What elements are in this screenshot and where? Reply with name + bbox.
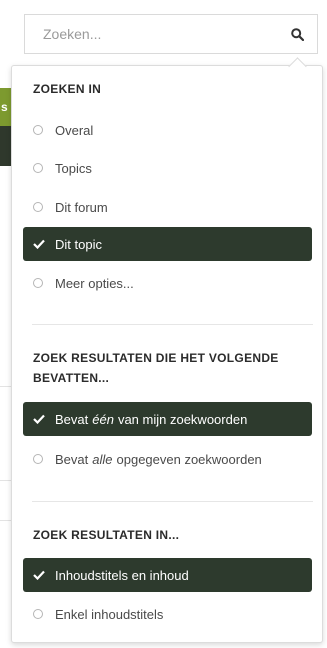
option-topics[interactable]: Topics [23, 151, 312, 185]
option-label-before: Bevat [55, 451, 89, 467]
section-heading-contains: ZOEK RESULTATEN DIE HET VOLGENDE BEVATTE… [33, 348, 279, 388]
option-label: Inhoudstitels en inhoud [55, 567, 189, 583]
checkmark-icon [33, 569, 45, 581]
section-heading-line: ZOEK RESULTATEN DIE HET VOLGENDE [33, 351, 279, 365]
option-label: Topics [55, 160, 92, 176]
option-label: Enkel inhoudstitels [55, 606, 164, 622]
option-label: Dit forum [55, 199, 108, 215]
option-label: Meer opties... [55, 275, 134, 291]
option-meer-opties[interactable]: Meer opties... [23, 266, 312, 300]
option-titles-and-content[interactable]: Inhoudstitels en inhoud [23, 558, 312, 592]
search-options-dropdown: ZOEKEN IN Overal Topics Dit forum Dit to… [11, 65, 323, 643]
radio-icon [33, 163, 43, 173]
section-divider [32, 324, 313, 325]
radio-icon [33, 278, 43, 288]
section-divider [32, 501, 313, 502]
section-heading-line: BEVATTEN... [33, 371, 110, 385]
search-icon [290, 27, 304, 41]
option-overal[interactable]: Overal [23, 113, 312, 147]
option-dit-topic[interactable]: Dit topic [23, 227, 312, 261]
search-input[interactable] [25, 15, 293, 53]
option-label-emphasis: één [92, 411, 114, 427]
option-label: Overal [55, 122, 94, 138]
section-heading-results-in: ZOEK RESULTATEN IN... [33, 528, 180, 542]
checkmark-icon [33, 413, 45, 425]
search-button[interactable] [287, 24, 307, 44]
option-any-words[interactable]: Bevat één van mijn zoekwoorden [23, 402, 312, 436]
option-label: Dit topic [55, 236, 102, 252]
checkmark-icon [33, 238, 45, 250]
section-heading-search-in: ZOEKEN IN [33, 82, 102, 96]
option-dit-forum[interactable]: Dit forum [23, 190, 312, 224]
option-label-emphasis: alle [92, 451, 113, 467]
radio-icon [33, 202, 43, 212]
radio-icon [33, 125, 43, 135]
radio-icon [33, 609, 43, 619]
option-titles-only[interactable]: Enkel inhoudstitels [23, 597, 312, 631]
option-label-after: van mijn zoekwoorden [117, 411, 248, 427]
search-bar [24, 14, 318, 54]
option-label-after: opgegeven zoekwoorden [116, 451, 262, 467]
option-all-words[interactable]: Bevat alle opgegeven zoekwoorden [23, 442, 312, 476]
background-nav-tab-label: s [1, 100, 8, 114]
option-label-before: Bevat [55, 411, 89, 427]
radio-icon [33, 454, 43, 464]
